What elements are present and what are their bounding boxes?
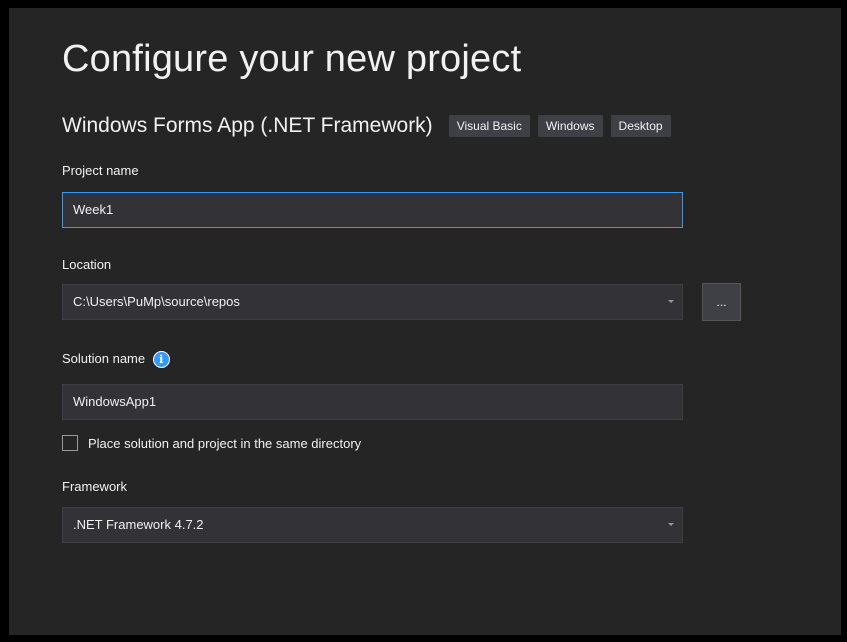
template-header: Windows Forms App (.NET Framework) Visua…	[62, 114, 679, 138]
page-title: Configure your new project	[62, 38, 522, 80]
solution-name-label: Solution name	[62, 351, 146, 366]
template-name: Windows Forms App (.NET Framework)	[62, 114, 433, 137]
location-label: Location	[62, 257, 112, 272]
configure-project-dialog: Configure your new project Windows Forms…	[9, 8, 841, 635]
tag-visual-basic: Visual Basic	[448, 115, 530, 137]
info-icon[interactable]: i	[152, 351, 170, 369]
tag-desktop: Desktop	[610, 115, 671, 137]
chevron-down-icon[interactable]	[668, 523, 674, 526]
same-directory-option[interactable]: Place solution and project in the same d…	[62, 435, 361, 451]
browse-location-button[interactable]: ...	[702, 283, 741, 321]
location-value: C:\Users\PuMp\source\repos	[73, 294, 240, 309]
same-directory-label[interactable]: Place solution and project in the same d…	[88, 436, 361, 451]
solution-name-value: WindowsApp1	[73, 394, 157, 409]
chevron-down-icon[interactable]	[668, 300, 674, 303]
project-name-label: Project name	[62, 163, 139, 178]
project-name-input[interactable]: Week1	[62, 192, 683, 228]
solution-name-input[interactable]: WindowsApp1	[62, 384, 683, 420]
framework-combobox[interactable]: .NET Framework 4.7.2	[62, 507, 683, 543]
same-directory-checkbox[interactable]	[62, 435, 78, 451]
location-combobox[interactable]: C:\Users\PuMp\source\repos	[62, 284, 683, 320]
tag-windows: Windows	[537, 115, 603, 137]
framework-label: Framework	[62, 479, 128, 494]
solution-name-label-row: Solution name i	[62, 351, 170, 369]
framework-value: .NET Framework 4.7.2	[73, 517, 204, 532]
project-name-value: Week1	[73, 202, 114, 217]
